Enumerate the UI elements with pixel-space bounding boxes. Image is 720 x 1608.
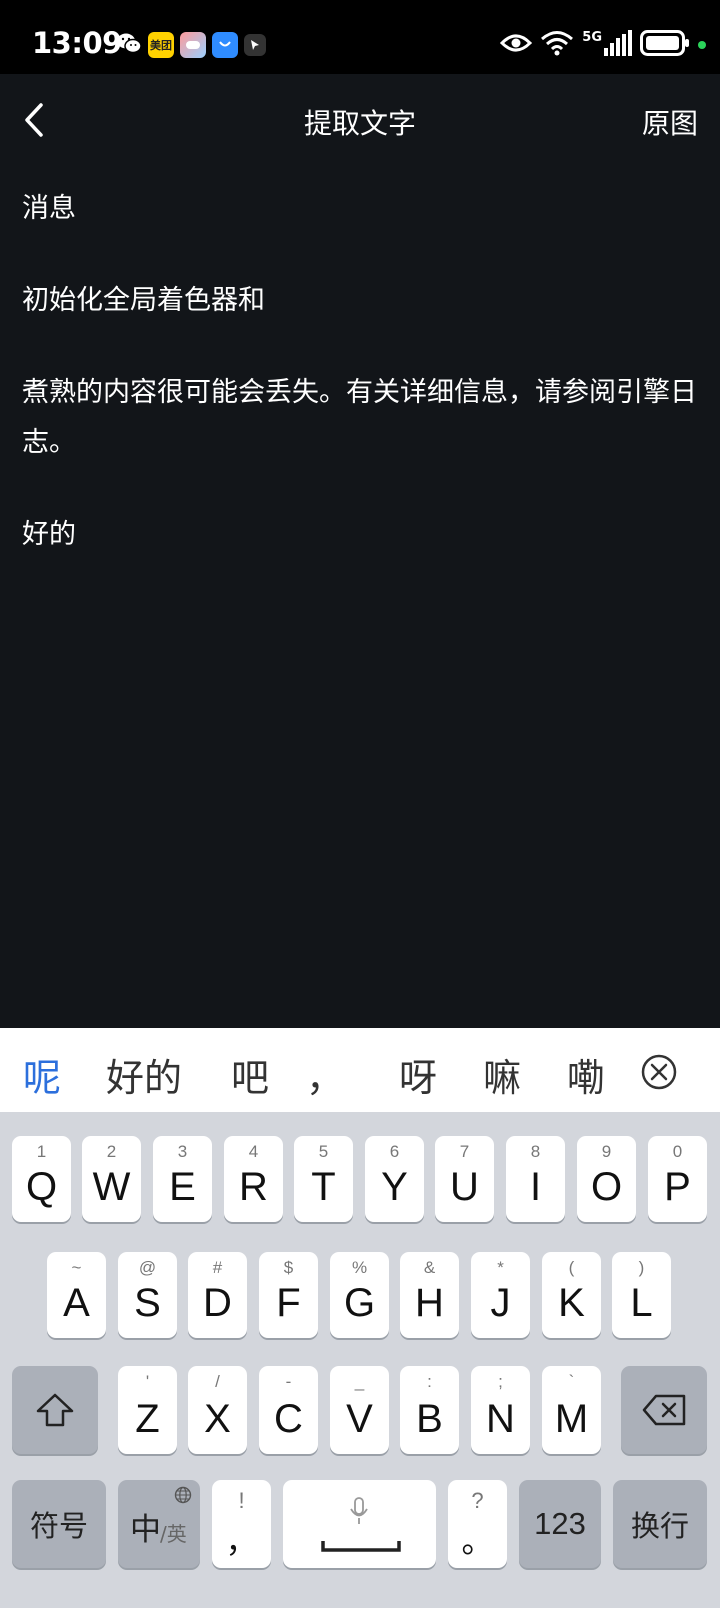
- shift-arrow-icon: [36, 1393, 74, 1427]
- key-b[interactable]: : B: [400, 1366, 459, 1454]
- space-bar-icon: [321, 1538, 401, 1557]
- game-center-icon: [180, 32, 206, 58]
- enter-key[interactable]: 换行: [613, 1480, 707, 1568]
- candidate-item[interactable]: 好的: [106, 1047, 182, 1102]
- language-switch-key[interactable]: 中 /英: [118, 1480, 200, 1568]
- network-type: 5G: [582, 29, 602, 45]
- candidate-item[interactable]: ，: [306, 1047, 344, 1102]
- key-f[interactable]: $ F: [259, 1252, 318, 1338]
- key-l[interactable]: ) L: [612, 1252, 671, 1338]
- key-y[interactable]: 6 Y: [365, 1136, 424, 1222]
- shift-key[interactable]: [12, 1366, 98, 1454]
- key-o[interactable]: 9 O: [577, 1136, 636, 1222]
- app-store-icon: [212, 32, 238, 58]
- signal-icon: [604, 30, 632, 60]
- notification-icons: 美团: [116, 31, 266, 59]
- text-paragraph: 好的: [22, 519, 76, 550]
- key-h[interactable]: & H: [400, 1252, 459, 1338]
- key-i[interactable]: 8 I: [506, 1136, 565, 1222]
- top-bar: 提取文字 原图: [0, 74, 720, 170]
- globe-icon: [174, 1486, 192, 1508]
- original-image-button[interactable]: 原图: [642, 102, 698, 142]
- privacy-indicator-dot: [698, 41, 706, 49]
- pointer-app-icon: [244, 34, 266, 56]
- key-k[interactable]: ( K: [542, 1252, 601, 1338]
- status-time: 13:09: [32, 26, 122, 60]
- numbers-key[interactable]: 123: [519, 1480, 601, 1568]
- candidate-item[interactable]: 嘛: [483, 1047, 521, 1102]
- key-x[interactable]: / X: [188, 1366, 247, 1454]
- key-w[interactable]: 2 W: [82, 1136, 141, 1222]
- lang-sub-label: /英: [160, 1522, 187, 1546]
- key-c[interactable]: - C: [259, 1366, 318, 1454]
- close-candidates-button[interactable]: [641, 1054, 677, 1090]
- candidate-item[interactable]: 吧: [231, 1047, 269, 1102]
- status-bar: 13:09 美团 5G: [0, 0, 720, 74]
- backspace-icon: [642, 1394, 686, 1426]
- keyboard: 1 Q 2 W 3 E 4 R 5 T 6 Y 7 U 8 I 9 O 0 P …: [0, 1112, 720, 1608]
- key-q[interactable]: 1 Q: [12, 1136, 71, 1222]
- key-e[interactable]: 3 E: [153, 1136, 212, 1222]
- battery-icon: [640, 30, 690, 60]
- period-key[interactable]: ? 。: [448, 1480, 507, 1568]
- candidate-item[interactable]: 呢: [23, 1047, 61, 1102]
- close-circle-icon: [641, 1054, 677, 1090]
- space-key[interactable]: [283, 1480, 436, 1568]
- page-title: 提取文字: [303, 107, 416, 140]
- comma-key[interactable]: ! ，: [212, 1480, 271, 1568]
- key-n[interactable]: ; N: [471, 1366, 530, 1454]
- key-a[interactable]: ~ A: [47, 1252, 106, 1338]
- wifi-icon: [540, 30, 574, 60]
- text-paragraph: 消息: [22, 193, 76, 224]
- text-paragraph: 煮熟的内容很可能会丢失。有关详细信息，请参阅引擎日志。: [22, 377, 697, 458]
- key-t[interactable]: 5 T: [294, 1136, 353, 1222]
- key-z[interactable]: ' Z: [118, 1366, 177, 1454]
- key-r[interactable]: 4 R: [224, 1136, 283, 1222]
- text-paragraph: 初始化全局着色器和: [22, 285, 265, 316]
- microphone-icon: [349, 1496, 369, 1530]
- candidate-item[interactable]: 呀: [399, 1047, 437, 1102]
- key-v[interactable]: _ V: [330, 1366, 389, 1454]
- symbols-key[interactable]: 符号: [12, 1480, 106, 1568]
- key-m[interactable]: ` M: [542, 1366, 601, 1454]
- key-p[interactable]: 0 P: [648, 1136, 707, 1222]
- key-j[interactable]: * J: [471, 1252, 530, 1338]
- backspace-key[interactable]: [621, 1366, 707, 1454]
- key-g[interactable]: % G: [330, 1252, 389, 1338]
- candidate-item[interactable]: 嘞: [567, 1047, 605, 1102]
- ime-candidate-bar: 呢 好的 吧 ， 呀 嘛 嘞: [0, 1028, 720, 1112]
- extracted-text[interactable]: 消息 初始化全局着色器和 煮熟的内容很可能会丢失。有关详细信息，请参阅引擎日志。…: [22, 184, 702, 602]
- eye-icon: [500, 32, 533, 58]
- meituan-icon: 美团: [148, 32, 174, 58]
- key-u[interactable]: 7 U: [435, 1136, 494, 1222]
- wechat-icon: [116, 31, 142, 59]
- system-status-icons: 5G: [500, 28, 706, 62]
- lang-main-label: 中: [130, 1512, 161, 1548]
- key-d[interactable]: # D: [188, 1252, 247, 1338]
- key-s[interactable]: @ S: [118, 1252, 177, 1338]
